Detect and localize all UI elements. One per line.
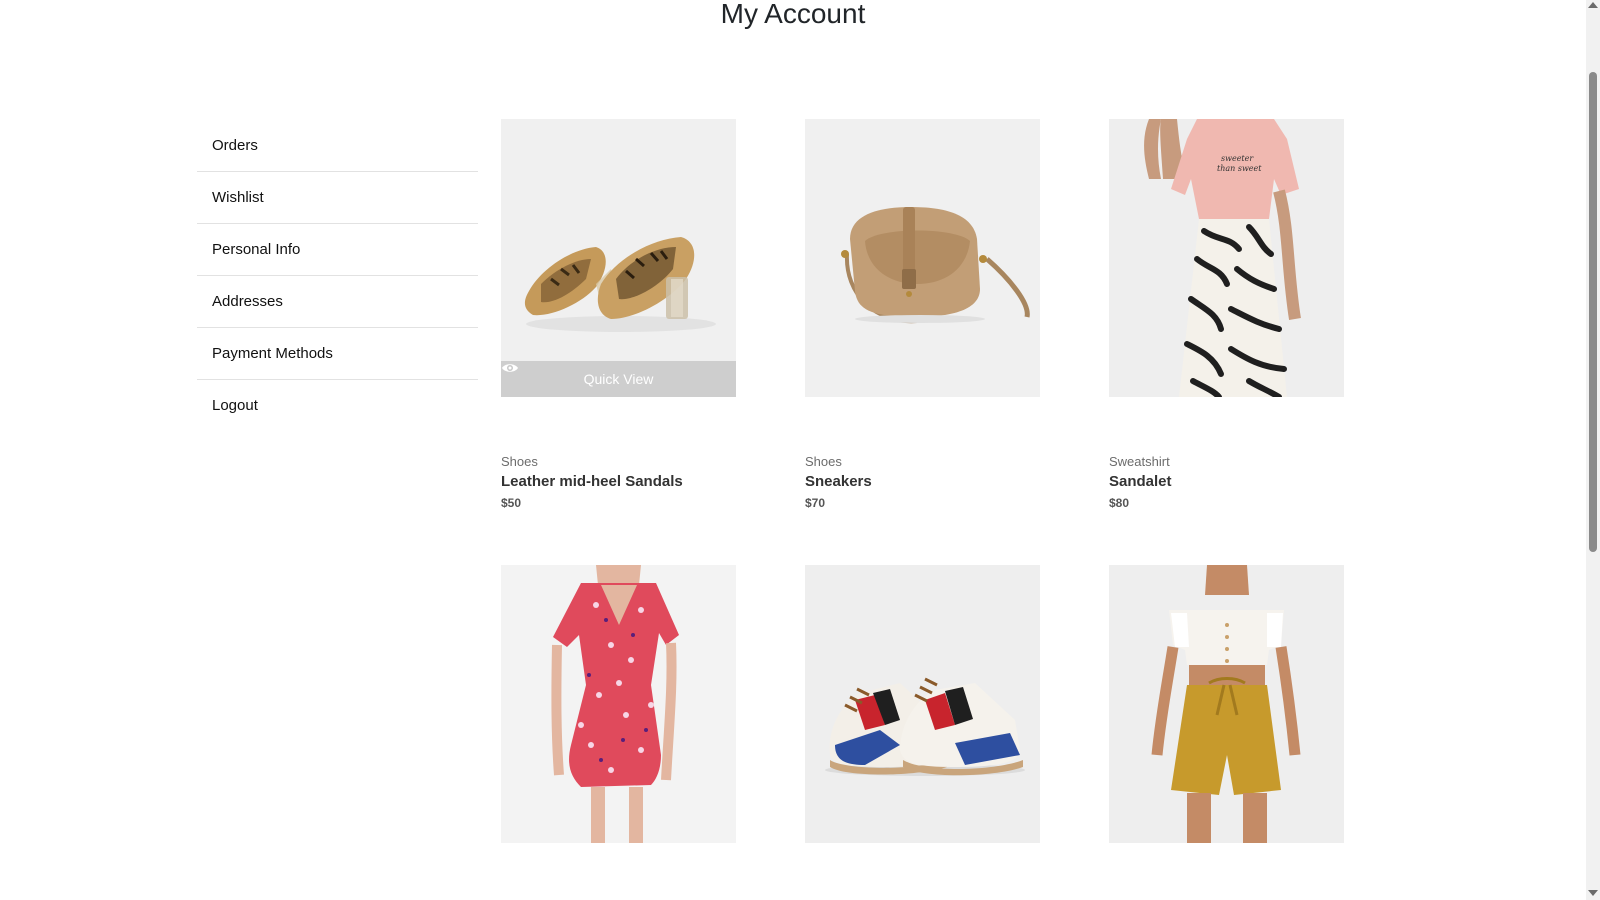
offshoulder-shorts-model-image: [1109, 565, 1344, 843]
product-image[interactable]: sweeter than sweet: [1109, 119, 1344, 397]
product-price: $80: [1109, 496, 1130, 510]
product-image[interactable]: [805, 565, 1040, 843]
vertical-scrollbar[interactable]: [1586, 0, 1600, 900]
sidebar-item-personal-info[interactable]: Personal Info: [197, 224, 478, 276]
svg-text:than sweet: than sweet: [1217, 164, 1262, 173]
scroll-up-arrow-icon[interactable]: [1588, 2, 1598, 8]
product-card[interactable]: [805, 565, 1040, 899]
sandals-image: [501, 119, 736, 397]
floral-dress-model-image: [501, 565, 736, 843]
handbag-image: [805, 119, 1040, 397]
sidebar-item-addresses[interactable]: Addresses: [197, 276, 478, 328]
quick-view-label: Quick View: [583, 371, 654, 387]
product-price: $70: [805, 496, 826, 510]
product-category: Shoes: [501, 454, 538, 469]
page-title: My Account: [720, 0, 866, 29]
sidebar-item-logout[interactable]: Logout: [197, 380, 478, 432]
scroll-down-arrow-icon[interactable]: [1588, 890, 1598, 896]
sidebar-item-wishlist[interactable]: Wishlist: [197, 172, 478, 224]
sidebar-item-payment-methods[interactable]: Payment Methods: [197, 328, 478, 380]
product-name[interactable]: Sandalet: [1109, 471, 1344, 493]
product-card[interactable]: [501, 565, 736, 899]
product-card[interactable]: [1109, 565, 1344, 899]
account-sidebar: Orders Wishlist Personal Info Addresses …: [197, 120, 478, 432]
svg-text:sweeter: sweeter: [1221, 154, 1254, 163]
product-card[interactable]: sweeter than sweet Sweatshirt Sandalet $…: [1109, 119, 1344, 513]
product-image[interactable]: [1109, 565, 1344, 843]
product-image[interactable]: [501, 565, 736, 843]
tshirt-skirt-model-image: sweeter than sweet: [1109, 119, 1344, 397]
product-price: $50: [501, 496, 522, 510]
product-card[interactable]: Shoes Sneakers $70: [805, 119, 1040, 513]
scrollbar-thumb[interactable]: [1589, 72, 1597, 552]
product-image[interactable]: Quick View: [501, 119, 736, 397]
product-image[interactable]: [805, 119, 1040, 397]
product-name[interactable]: Sneakers: [805, 471, 1040, 493]
product-category: Shoes: [805, 454, 842, 469]
sidebar-item-orders[interactable]: Orders: [197, 120, 478, 172]
quick-view-button[interactable]: Quick View: [501, 361, 736, 397]
product-name[interactable]: Leather mid-heel Sandals: [501, 471, 736, 493]
product-category: Sweatshirt: [1109, 454, 1170, 469]
product-card[interactable]: Quick View Shoes Leather mid-heel Sandal…: [501, 119, 736, 513]
sneakers-image: [805, 565, 1040, 843]
eye-icon: [502, 364, 518, 372]
